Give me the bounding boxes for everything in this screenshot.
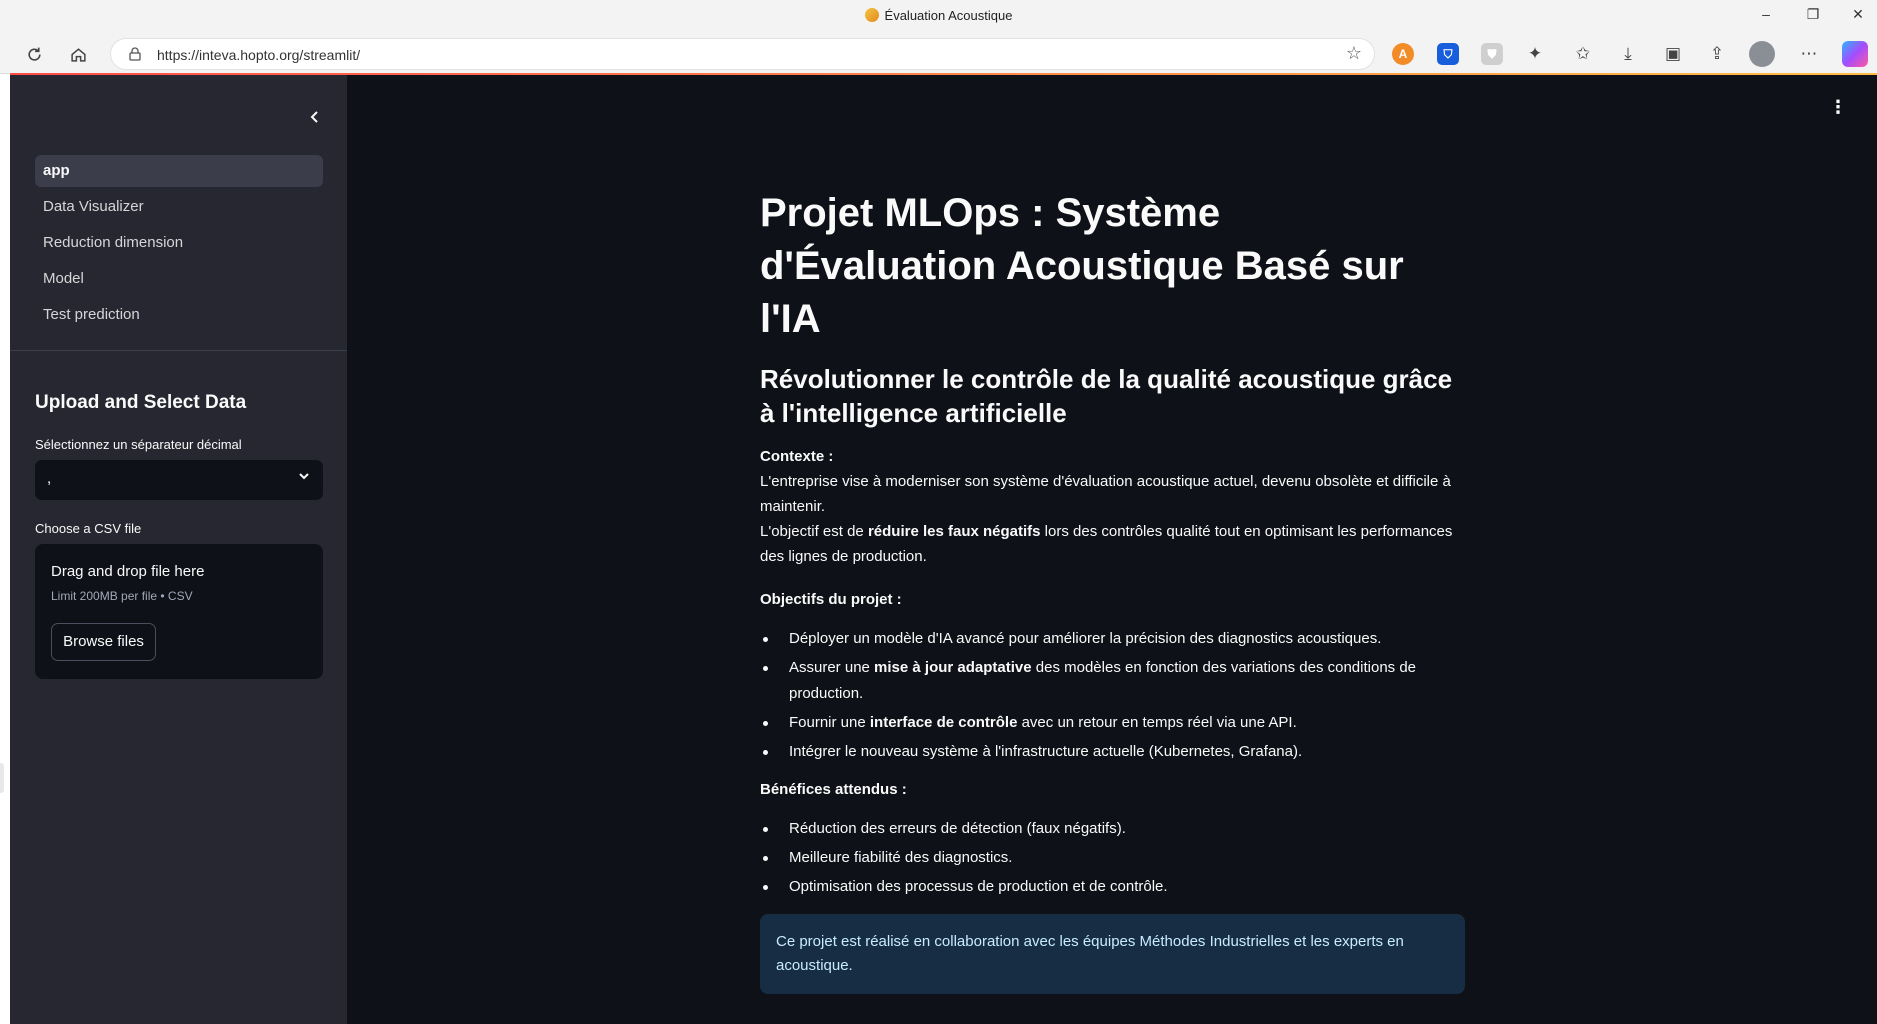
browser-titlebar: Évaluation Acoustique – ❐ ✕ — [0, 0, 1877, 34]
context-text: L'objectif est de — [760, 523, 868, 540]
favorites-icon[interactable]: ✩ — [1570, 41, 1596, 67]
sidebar-item-reduction-dimension[interactable]: Reduction dimension — [35, 227, 323, 259]
sidebar-item-data-visualizer[interactable]: Data Visualizer — [35, 191, 323, 223]
tab-title: Évaluation Acoustique — [884, 8, 1013, 23]
share-icon[interactable]: ⇪ — [1704, 41, 1730, 67]
context-line-2: L'objectif est de réduire les faux négat… — [760, 519, 1465, 569]
window-title: Évaluation Acoustique — [0, 8, 1877, 23]
lock-icon — [129, 47, 141, 61]
page-body: Projet MLOps : Système d'Évaluation Acou… — [760, 187, 1465, 994]
page-subtitle: Révolutionner le contrôle de la qualité … — [760, 364, 1453, 428]
list-item: Déployer un modèle d'IA avancé pour amél… — [760, 626, 1465, 652]
list-item: Meilleure fiabilité des diagnostics. — [760, 845, 1465, 871]
screenshot-icon[interactable]: ▣ — [1660, 41, 1686, 67]
list-item: Intégrer le nouveau système à l'infrastr… — [760, 739, 1465, 765]
list-emphasis: interface de contrôle — [869, 714, 1018, 731]
list-text-end: avec un retour en temps réel via une API… — [1017, 714, 1297, 731]
copilot-icon[interactable] — [1842, 41, 1868, 67]
shield-icon[interactable]: ⛊ — [1481, 43, 1503, 65]
profile-avatar[interactable] — [1749, 41, 1775, 67]
extension-icon[interactable]: A — [1392, 43, 1414, 65]
list-text: Assurer une — [789, 659, 875, 676]
list-item: Assurer une mise à jour adaptative des m… — [760, 655, 1465, 707]
app-menu-icon[interactable]: ⋮ — [1829, 97, 1847, 118]
context-heading: Contexte : — [760, 448, 834, 465]
sidebar-item-test-prediction[interactable]: Test prediction — [35, 299, 323, 331]
favorite-star-icon[interactable]: ☆ — [1346, 43, 1362, 64]
list-text: Fournir une — [789, 714, 870, 731]
sidebar-header: Upload and Select Data — [35, 392, 247, 413]
close-window-button[interactable]: ✕ — [1838, 6, 1877, 28]
favicon-icon — [864, 8, 879, 22]
collapse-sidebar-button[interactable] — [300, 102, 330, 132]
info-callout: Ce projet est réalisé en collaboration a… — [760, 914, 1465, 994]
chevron-left-icon — [310, 111, 318, 123]
page-title: Projet MLOps : Système d'Évaluation Acou… — [760, 191, 1404, 341]
puzzle-icon[interactable]: ✦ — [1522, 41, 1548, 67]
scroll-handle[interactable] — [0, 763, 4, 793]
download-icon[interactable]: ⤓ — [1615, 41, 1641, 67]
list-emphasis: mise à jour adaptative — [874, 659, 1032, 676]
separator-select[interactable]: , — [35, 460, 323, 500]
password-manager-icon[interactable]: ⛉ — [1437, 43, 1459, 65]
main-content: ⋮ Projet MLOps : Système d'Évaluation Ac… — [347, 75, 1877, 1024]
context-line-1: L'entreprise vise à moderniser son systè… — [760, 473, 1451, 515]
sidebar-nav: app Data Visualizer Reduction dimension … — [35, 155, 323, 335]
more-menu-icon[interactable]: ⋯ — [1796, 41, 1822, 67]
benefits-heading: Bénéfices attendus : — [760, 781, 907, 798]
browse-files-button[interactable]: Browse files — [51, 623, 156, 661]
url-text[interactable]: https://inteva.hopto.org/streamlit/ — [157, 47, 360, 63]
sidebar-divider — [10, 350, 347, 351]
separator-label: Sélectionnez un séparateur décimal — [35, 437, 242, 452]
objectives-heading: Objectifs du projet : — [760, 591, 902, 608]
upload-limit-text: Limit 200MB per file • CSV — [51, 589, 193, 603]
home-icon[interactable] — [65, 41, 91, 67]
objectives-list: Déployer un modèle d'IA avancé pour amél… — [760, 626, 1465, 765]
list-item: Optimisation des processus de production… — [760, 874, 1465, 900]
restore-button[interactable]: ❐ — [1793, 6, 1833, 28]
list-item: Fournir une interface de contrôle avec u… — [760, 710, 1465, 736]
chevron-down-icon — [299, 473, 309, 480]
reload-icon[interactable] — [21, 41, 47, 67]
benefits-list: Réduction des erreurs de détection (faux… — [760, 816, 1465, 900]
sidebar-item-app[interactable]: app — [35, 155, 323, 187]
sidebar-item-model[interactable]: Model — [35, 263, 323, 295]
list-item: Réduction des erreurs de détection (faux… — [760, 816, 1465, 842]
separator-value: , — [47, 470, 52, 487]
drag-drop-text: Drag and drop file here — [51, 563, 205, 580]
file-dropzone[interactable]: Drag and drop file here Limit 200MB per … — [35, 544, 323, 679]
context-emphasis: réduire les faux négatifs — [867, 523, 1041, 540]
window-edge — [0, 74, 10, 1024]
browser-toolbar: https://inteva.hopto.org/streamlit/ ☆ A … — [0, 34, 1877, 74]
sidebar: app Data Visualizer Reduction dimension … — [10, 75, 347, 1024]
csv-label: Choose a CSV file — [35, 521, 142, 536]
minimize-button[interactable]: – — [1746, 6, 1786, 28]
address-bar[interactable]: https://inteva.hopto.org/streamlit/ ☆ — [110, 38, 1375, 70]
